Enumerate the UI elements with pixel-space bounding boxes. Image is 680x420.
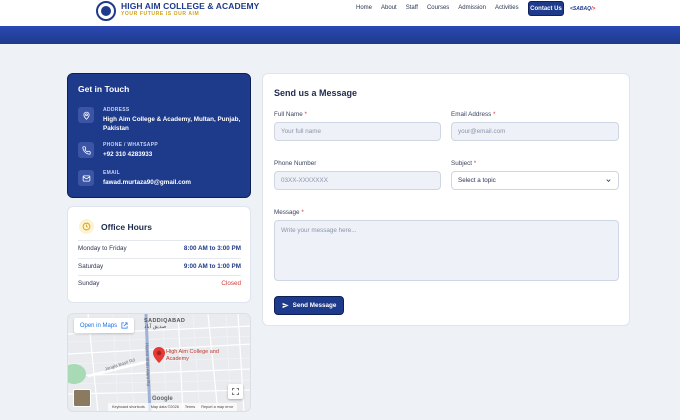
phone-value[interactable]: +92 310 4283933 bbox=[103, 150, 158, 159]
email-row: EMAIL fawad.murtaza90@gmail.com bbox=[78, 170, 191, 187]
required-mark: * bbox=[304, 111, 307, 118]
google-logo: Google bbox=[152, 396, 173, 402]
hours-time: 9:00 AM to 1:00 PM bbox=[183, 263, 241, 270]
hours-row-sunday: Sunday Closed bbox=[78, 280, 241, 287]
office-hours-title: Office Hours bbox=[101, 222, 153, 232]
sabaq-prefix: <SABAQ bbox=[570, 6, 591, 12]
chevron-down-icon bbox=[606, 179, 611, 182]
open-in-maps-label: Open in Maps bbox=[79, 322, 118, 329]
email-label-text: Email Address bbox=[451, 111, 492, 118]
map-satellite-toggle[interactable] bbox=[73, 389, 91, 407]
college-logo[interactable] bbox=[96, 1, 116, 21]
contact-info-card: Get in Touch ADDRESS High Aim College & … bbox=[67, 73, 251, 198]
address-row: ADDRESS High Aim College & Academy, Mult… bbox=[78, 107, 243, 133]
contact-form-card: Send us a Message Full Name * Your full … bbox=[262, 73, 630, 326]
full-name-label: Full Name * bbox=[274, 111, 307, 118]
send-icon bbox=[282, 302, 289, 309]
hours-closed: Closed bbox=[221, 280, 241, 287]
subject-selected-value: Select a topic bbox=[458, 177, 496, 184]
subject-label-text: Subject bbox=[451, 160, 473, 167]
sabaq-suffix: /> bbox=[590, 6, 596, 12]
hours-time: 8:00 AM to 3:00 PM bbox=[183, 245, 241, 252]
email-label: Email Address * bbox=[451, 111, 495, 118]
location-map[interactable]: Open in Maps SADDIQABAD صدیق آباد Jangla… bbox=[67, 313, 251, 412]
phone-icon bbox=[78, 142, 94, 158]
map-area-label: SADDIQABAD صدیق آباد bbox=[144, 318, 185, 330]
nav-courses[interactable]: Courses bbox=[427, 5, 449, 11]
sabaq-link[interactable]: <SABAQ/> bbox=[570, 6, 595, 12]
nav-admission[interactable]: Admission bbox=[458, 5, 486, 11]
message-label: Message * bbox=[274, 209, 304, 216]
map-footer-text: Map data ©2026 bbox=[150, 405, 179, 409]
nav-staff[interactable]: Staff bbox=[406, 5, 418, 11]
email-input[interactable]: your@email.com bbox=[451, 122, 619, 141]
message-textarea[interactable]: Write your message here... bbox=[274, 220, 619, 281]
hours-divider bbox=[78, 258, 241, 259]
hours-divider bbox=[78, 275, 241, 276]
map-footer-link[interactable]: Keyboard shortcuts bbox=[112, 405, 145, 409]
map-footer-link[interactable]: Terms bbox=[185, 405, 195, 409]
form-title: Send us a Message bbox=[274, 88, 358, 98]
subject-label: Subject * bbox=[451, 160, 476, 167]
required-mark: * bbox=[473, 160, 477, 167]
brand-tagline: YOUR FUTURE IS OUR AIM bbox=[121, 11, 200, 17]
hours-day: Saturday bbox=[78, 263, 104, 270]
required-mark: * bbox=[301, 209, 304, 216]
full-name-input[interactable]: Your full name bbox=[274, 122, 441, 141]
nav-home[interactable]: Home bbox=[356, 5, 372, 11]
nav-activities[interactable]: Activities bbox=[495, 5, 519, 11]
phone-row: PHONE / WHATSAPP +92 310 4283933 bbox=[78, 142, 158, 159]
site-header: HIGH AIM COLLEGE & ACADEMY YOUR FUTURE I… bbox=[0, 0, 680, 26]
subject-select[interactable]: Select a topic bbox=[451, 171, 619, 190]
hours-day: Monday to Friday bbox=[78, 245, 127, 252]
map-pin-icon bbox=[78, 107, 94, 123]
send-message-button[interactable]: Send Message bbox=[274, 296, 344, 315]
email-label: EMAIL bbox=[103, 170, 121, 176]
phone-input[interactable]: 03XX-XXXXXXX bbox=[274, 171, 441, 190]
clock-icon bbox=[79, 219, 94, 234]
hours-row-saturday: Saturday 9:00 AM to 1:00 PM bbox=[78, 263, 241, 270]
full-name-label-text: Full Name bbox=[274, 111, 303, 118]
map-footer-link[interactable]: Report a map error bbox=[201, 405, 233, 409]
contact-card-title: Get in Touch bbox=[78, 84, 130, 94]
address-value: High Aim College & Academy, Multan, Punj… bbox=[103, 116, 241, 132]
email-value[interactable]: fawad.murtaza90@gmail.com bbox=[103, 178, 191, 187]
send-message-label: Send Message bbox=[292, 302, 337, 309]
map-area-label-urdu: صدیق آباد bbox=[144, 324, 167, 330]
mail-icon bbox=[78, 170, 94, 186]
nav-contact-us-button[interactable]: Contact Us bbox=[528, 1, 564, 16]
hours-row-weekdays: Monday to Friday 8:00 AM to 3:00 PM bbox=[78, 245, 241, 252]
map-pin-marker-icon[interactable] bbox=[153, 347, 165, 363]
map-footer: Keyboard shortcuts Map data ©2026 Terms … bbox=[108, 403, 238, 411]
office-hours-card: Office Hours Monday to Friday 8:00 AM to… bbox=[67, 206, 251, 303]
external-link-icon bbox=[121, 322, 128, 329]
map-marker-label: High Aim College and Academy bbox=[166, 349, 219, 362]
main-nav: Home About Staff Courses Admission Activ… bbox=[356, 5, 528, 11]
brand-name[interactable]: HIGH AIM COLLEGE & ACADEMY bbox=[121, 1, 259, 11]
phone-label: PHONE / WHATSAPP bbox=[103, 142, 158, 148]
required-mark: * bbox=[493, 111, 496, 118]
phone-label: Phone Number bbox=[274, 160, 317, 167]
address-label: ADDRESS bbox=[103, 107, 130, 113]
hours-divider bbox=[78, 240, 241, 241]
message-label-text: Message bbox=[274, 209, 300, 216]
page-banner bbox=[0, 26, 680, 44]
fullscreen-icon[interactable] bbox=[228, 384, 243, 399]
nav-about[interactable]: About bbox=[381, 5, 397, 11]
hours-day: Sunday bbox=[78, 280, 100, 287]
open-in-maps-button[interactable]: Open in Maps bbox=[74, 318, 134, 333]
